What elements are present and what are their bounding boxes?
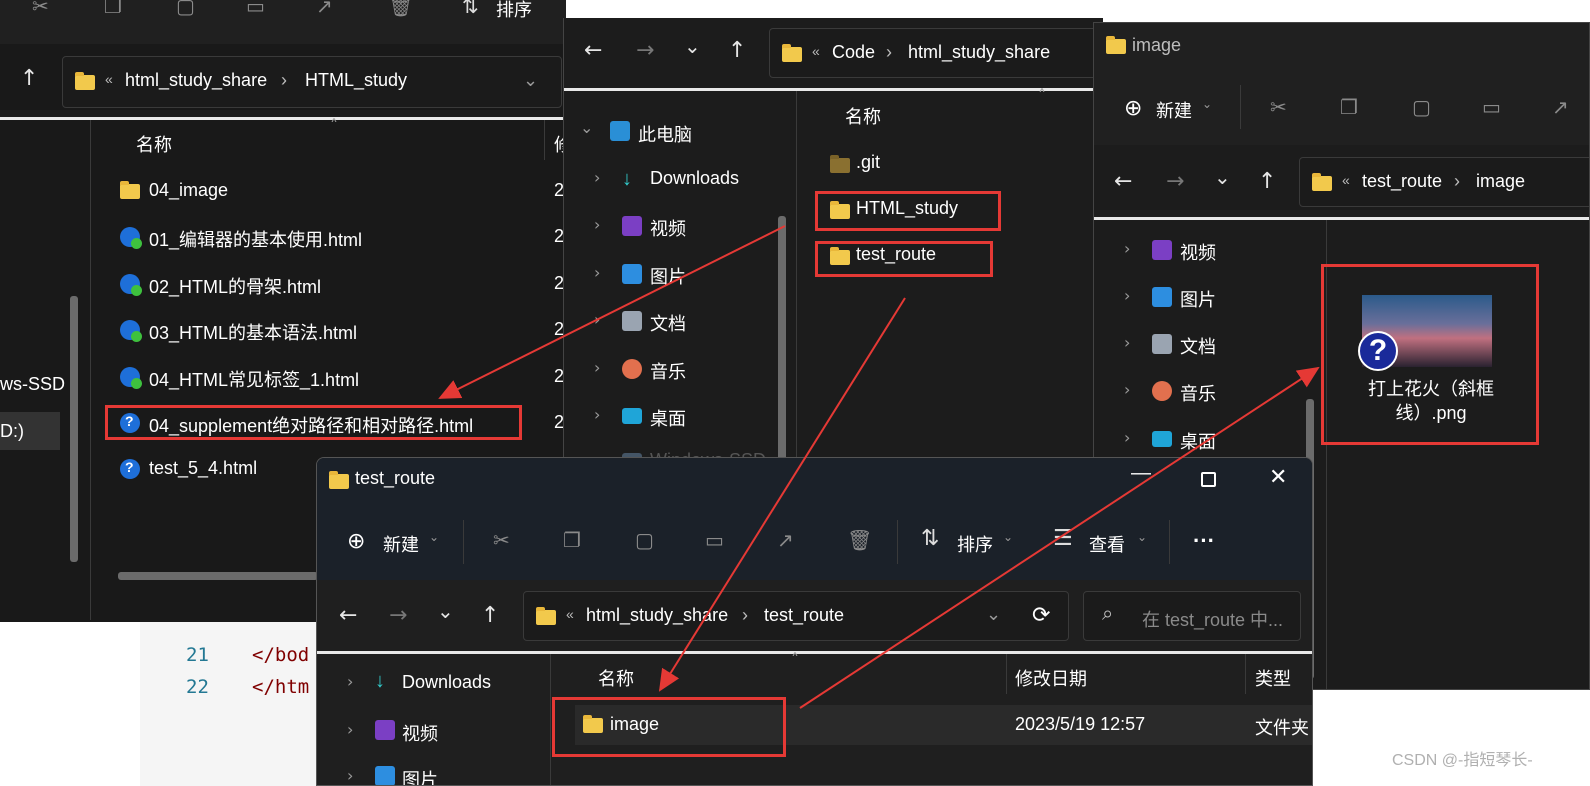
watermark: CSDN @-指短琴长- [1392,752,1533,769]
annotation-arrows [438,225,1320,709]
arrow-html-study-to-supplement [438,225,786,399]
arrow-image-to-png [799,366,1320,709]
arrow-test-route-to-image [658,297,906,692]
